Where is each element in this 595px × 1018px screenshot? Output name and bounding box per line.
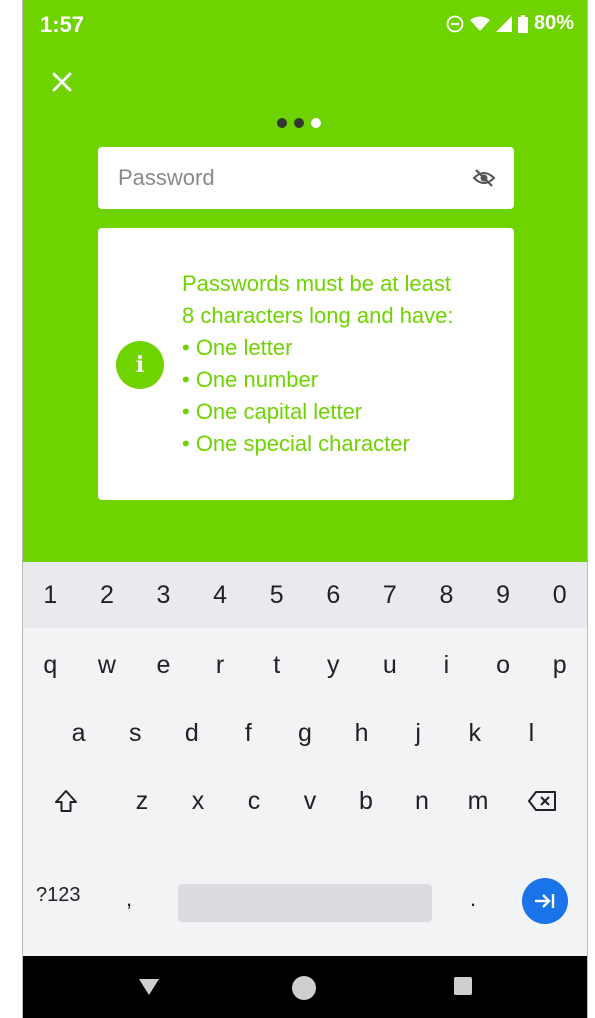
key-4[interactable]: 4 (192, 562, 248, 628)
password-field[interactable] (98, 147, 514, 209)
key-0[interactable]: 0 (532, 562, 588, 628)
key-7[interactable]: 7 (362, 562, 418, 628)
requirement-line: • One capital letter (182, 399, 363, 424)
key-b[interactable]: b (338, 768, 394, 834)
back-triangle-icon (139, 979, 159, 995)
keyboard: 1 2 3 4 5 6 7 8 9 0 q w e r t y u i o p … (22, 562, 588, 956)
key-f[interactable]: f (220, 700, 277, 766)
requirement-line: • One letter (182, 335, 293, 360)
password-requirements-card: i Passwords must be at least 8 character… (98, 228, 514, 500)
comma-key[interactable]: , (126, 872, 132, 926)
key-m[interactable]: m (450, 768, 506, 834)
nav-recents-button[interactable] (454, 977, 472, 995)
key-3[interactable]: 3 (135, 562, 191, 628)
password-input[interactable] (116, 164, 470, 192)
key-h[interactable]: h (333, 700, 390, 766)
info-icon: i (116, 341, 164, 389)
key-w[interactable]: w (79, 632, 135, 698)
wifi-icon (469, 16, 490, 31)
requirement-line: Passwords must be at least (182, 271, 452, 296)
symbols-key[interactable]: ?123 (36, 868, 81, 922)
key-l[interactable]: l (503, 700, 560, 766)
nav-home-button[interactable] (292, 976, 316, 1000)
requirement-line: • One number (182, 367, 319, 392)
key-2[interactable]: 2 (79, 562, 135, 628)
key-x[interactable]: x (170, 768, 226, 834)
do-not-disturb-icon (446, 15, 464, 32)
step-dot-1 (277, 118, 287, 128)
status-bar: 1:57 80% (22, 0, 588, 56)
next-key[interactable] (522, 878, 568, 924)
key-t[interactable]: t (249, 632, 305, 698)
space-key[interactable] (178, 884, 432, 922)
key-r[interactable]: r (192, 632, 248, 698)
key-s[interactable]: s (107, 700, 164, 766)
step-dot-2 (294, 118, 304, 128)
key-d[interactable]: d (164, 700, 221, 766)
key-j[interactable]: j (390, 700, 447, 766)
key-9[interactable]: 9 (475, 562, 531, 628)
backspace-key[interactable] (522, 780, 562, 822)
requirement-line: • One special character (182, 431, 410, 456)
status-time: 1:57 (40, 12, 85, 37)
backspace-icon (528, 791, 556, 811)
phone-screen: 1:57 80% i Passwords must be at least 8 … (22, 0, 588, 1018)
key-z[interactable]: z (114, 768, 170, 834)
keyboard-row-3-letters: z x c v b n m (114, 768, 506, 834)
requirement-line: 8 characters long and have: (182, 303, 454, 328)
eye-off-icon (472, 169, 496, 187)
keyboard-row-2: a s d f g h j k l (22, 700, 588, 766)
key-u[interactable]: u (362, 632, 418, 698)
key-k[interactable]: k (446, 700, 503, 766)
key-a[interactable]: a (50, 700, 107, 766)
period-key[interactable]: . (470, 872, 476, 926)
next-arrow-icon (535, 894, 555, 908)
key-i[interactable]: i (418, 632, 474, 698)
navigation-bar (22, 956, 588, 1018)
key-5[interactable]: 5 (249, 562, 305, 628)
key-c[interactable]: c (226, 768, 282, 834)
toggle-password-visibility-button[interactable] (470, 164, 498, 192)
key-n[interactable]: n (394, 768, 450, 834)
key-p[interactable]: p (532, 632, 588, 698)
signal-icon (495, 15, 512, 32)
step-indicator (277, 118, 321, 128)
key-6[interactable]: 6 (305, 562, 361, 628)
key-8[interactable]: 8 (418, 562, 474, 628)
key-q[interactable]: q (22, 632, 78, 698)
key-e[interactable]: e (135, 632, 191, 698)
key-g[interactable]: g (277, 700, 334, 766)
status-icons: 80% (446, 12, 574, 35)
key-1[interactable]: 1 (22, 562, 78, 628)
close-icon (52, 72, 72, 92)
nav-back-button[interactable] (138, 978, 160, 1001)
info-icon-glyph: i (135, 352, 145, 378)
battery-icon (517, 14, 528, 33)
keyboard-row-1: q w e r t y u i o p (22, 632, 588, 698)
keyboard-row-3: z x c v b n m (22, 768, 588, 834)
keyboard-number-row: 1 2 3 4 5 6 7 8 9 0 (22, 562, 588, 628)
shift-key[interactable] (46, 780, 86, 822)
password-requirements-text: Passwords must be at least 8 characters … (182, 268, 507, 460)
key-o[interactable]: o (475, 632, 531, 698)
close-button[interactable] (44, 64, 80, 100)
key-v[interactable]: v (282, 768, 338, 834)
step-dot-3-active (311, 118, 321, 128)
shift-icon (55, 790, 77, 812)
battery-percent: 80% (533, 12, 574, 34)
key-y[interactable]: y (305, 632, 361, 698)
keyboard-row-4: ?123 , . (22, 868, 588, 924)
